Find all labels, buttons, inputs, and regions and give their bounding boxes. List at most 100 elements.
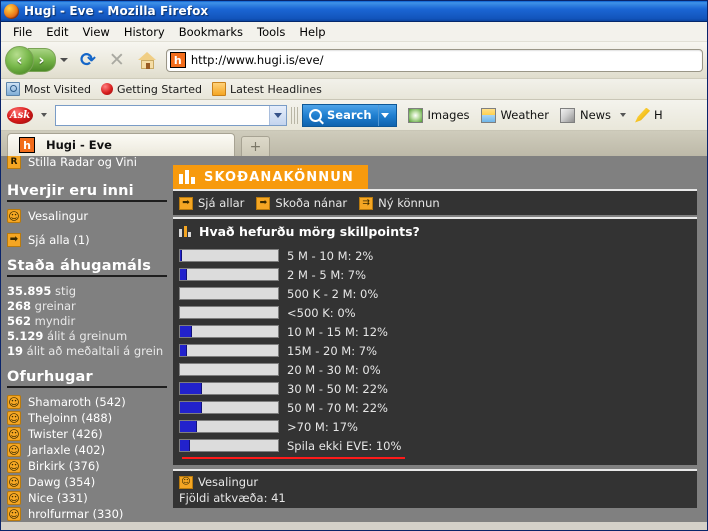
sidebar-item-label: Sjá alla (1) [28, 233, 90, 247]
back-forward-group: ‹ › [5, 45, 56, 75]
sidebar-user-label: Nice (331) [28, 491, 88, 505]
menu-tools[interactable]: Tools [250, 24, 292, 40]
stat-label: greinar [34, 299, 76, 313]
sidebar-item-vesalingur[interactable]: Vesalingur [7, 209, 169, 223]
tab-hugi-eve[interactable]: h Hugi - Eve [7, 133, 235, 156]
ask-search-input[interactable] [55, 104, 287, 126]
stat-row: 268 greinar [7, 299, 169, 313]
menu-edit[interactable]: Edit [39, 24, 75, 40]
poll-author-label[interactable]: Vesalingur [198, 475, 258, 489]
images-icon [407, 107, 423, 123]
sidebar-user-item[interactable]: Shamaroth (542) [7, 395, 169, 409]
poll-link-ny-konnun[interactable]: Ný könnun [378, 196, 440, 210]
sidebar-user-label: hrolfurmar (330) [28, 507, 124, 521]
sidebar-user-item[interactable]: hrolfurmar (330) [7, 507, 169, 521]
stat-label: álit að meðaltali á grein [26, 344, 164, 358]
poll-result-row: <500 K: 0% [179, 303, 691, 322]
sidebar-item-stilla-radar[interactable]: R Stilla Radar og Vini [7, 156, 169, 169]
poll-result-row: 20 M - 30 M: 0% [179, 360, 691, 379]
firefox-logo-icon [4, 3, 19, 19]
sidebar-user-label: Birkirk (376) [28, 459, 100, 473]
ask-dropdown-icon[interactable] [41, 113, 47, 117]
menu-history[interactable]: History [117, 24, 172, 40]
bookmark-latest-headlines[interactable]: Latest Headlines [212, 82, 322, 96]
bookmark-getting-started[interactable]: Getting Started [100, 83, 202, 96]
poll-link-skoda-nanar[interactable]: Skoða nánar [275, 196, 347, 210]
stop-icon[interactable]: ✕ [109, 50, 125, 70]
window-title: Hugi - Eve - Mozilla Firefox [24, 4, 209, 18]
poll-link-sja-allar[interactable]: Sjá allar [198, 196, 244, 210]
poll-result-label: 15M - 20 M: 7% [287, 343, 378, 358]
highlighter-icon[interactable] [635, 107, 651, 123]
sidebar-heading-online: Hverjir eru inni [7, 183, 167, 202]
poll-result-row: Spila ekki EVE: 10% [179, 436, 691, 455]
poll-result-row: >70 M: 17% [179, 417, 691, 436]
ask-search-options-icon[interactable] [377, 104, 392, 126]
ask-more-dropdown-icon[interactable] [620, 113, 627, 117]
sidebar-user-item[interactable]: Twister (426) [7, 427, 169, 441]
ask-images-button[interactable]: Images [407, 107, 470, 123]
ask-weather-button[interactable]: Weather [480, 107, 549, 123]
menu-view[interactable]: View [76, 24, 117, 40]
poll-banner: SKOÐANAKÖNNUN [173, 165, 368, 189]
ask-search-dropdown-icon[interactable] [269, 105, 286, 125]
toolbar-grip-handle[interactable] [291, 106, 298, 124]
home-icon[interactable] [137, 51, 157, 69]
poll-result-label: Spila ekki EVE: 10% [287, 438, 402, 453]
new-tab-button[interactable]: + [241, 136, 270, 156]
poll-bar-track [179, 382, 279, 395]
sidebar-item-sja-alla[interactable]: Sjá alla (1) [7, 233, 169, 247]
ask-news-button[interactable]: News [559, 107, 611, 123]
ask-logo-icon[interactable]: Ask [7, 106, 33, 124]
sidebar-user-item[interactable]: TheJoinn (488) [7, 411, 169, 425]
menu-file[interactable]: File [6, 24, 39, 40]
poll-bar-fill [180, 345, 187, 356]
poll-banner-label: SKOÐANAKÖNNUN [204, 169, 354, 185]
poll-votes-label: Fjöldi atkvæða: 41 [179, 491, 286, 505]
sidebar-item-label: Vesalingur [28, 209, 89, 223]
stat-label: álit á greinum [47, 329, 128, 343]
poll-bar-track [179, 420, 279, 433]
new-poll-icon: ⇉ [359, 196, 374, 210]
history-dropdown-icon[interactable] [60, 58, 68, 62]
stat-label: myndir [34, 314, 76, 328]
sidebar-user-item[interactable]: Nice (331) [7, 491, 169, 505]
stat-row: 19 álit að meðaltali á grein [7, 344, 169, 358]
bookmark-most-visited[interactable]: Most Visited [6, 82, 91, 96]
sidebar-item-label: Stilla Radar og Vini [28, 156, 137, 169]
weather-icon [480, 107, 496, 123]
poll-result-row: 10 M - 15 M: 12% [179, 322, 691, 341]
home-door-shape [145, 62, 150, 69]
poll-bar-track [179, 249, 279, 262]
sidebar-user-item[interactable]: Jarlaxle (402) [7, 443, 169, 457]
stat-row: 562 myndir [7, 314, 169, 328]
most-visited-icon [6, 82, 20, 96]
search-icon [309, 108, 322, 122]
rss-feed-icon [212, 82, 226, 96]
poll-bar-fill [180, 269, 187, 280]
news-icon [559, 107, 575, 123]
address-bar[interactable]: h http://www.hugi.is/eve/ [165, 48, 703, 72]
poll-bar-fill [180, 250, 182, 261]
bookmark-label: Latest Headlines [230, 82, 322, 96]
smiley-icon [7, 209, 21, 223]
tab-label: Hugi - Eve [46, 138, 112, 152]
reload-icon[interactable]: ⟳ [80, 50, 96, 70]
menu-bookmarks[interactable]: Bookmarks [172, 24, 250, 40]
poll-links-row: ➡ Sjá allar ➡ Skoða nánar ⇉ Ný könnun [179, 196, 691, 210]
ask-search-button[interactable]: Search [302, 103, 397, 127]
menu-help[interactable]: Help [292, 24, 332, 40]
tab-favicon-icon: h [19, 137, 35, 153]
address-bar-url: http://www.hugi.is/eve/ [190, 53, 324, 67]
home-roof-shape [137, 51, 156, 60]
poll-bar-track [179, 401, 279, 414]
poll-result-row: 15M - 20 M: 7% [179, 341, 691, 360]
ask-toolbar: Ask Search Images Weather News H [1, 100, 707, 131]
page-viewport: R Stilla Radar og Vini Hverjir eru inni … [1, 156, 707, 522]
poll-result-label: 500 K - 2 M: 0% [287, 286, 379, 301]
sidebar-user-item[interactable]: Dawg (354) [7, 475, 169, 489]
sidebar-heading-top-users: Ofurhugar [7, 369, 167, 388]
poll-question-text: Hvað hefurðu mörg skillpoints? [199, 224, 420, 239]
sidebar-user-item[interactable]: Birkirk (376) [7, 459, 169, 473]
back-button-icon[interactable]: ‹ [5, 45, 34, 75]
